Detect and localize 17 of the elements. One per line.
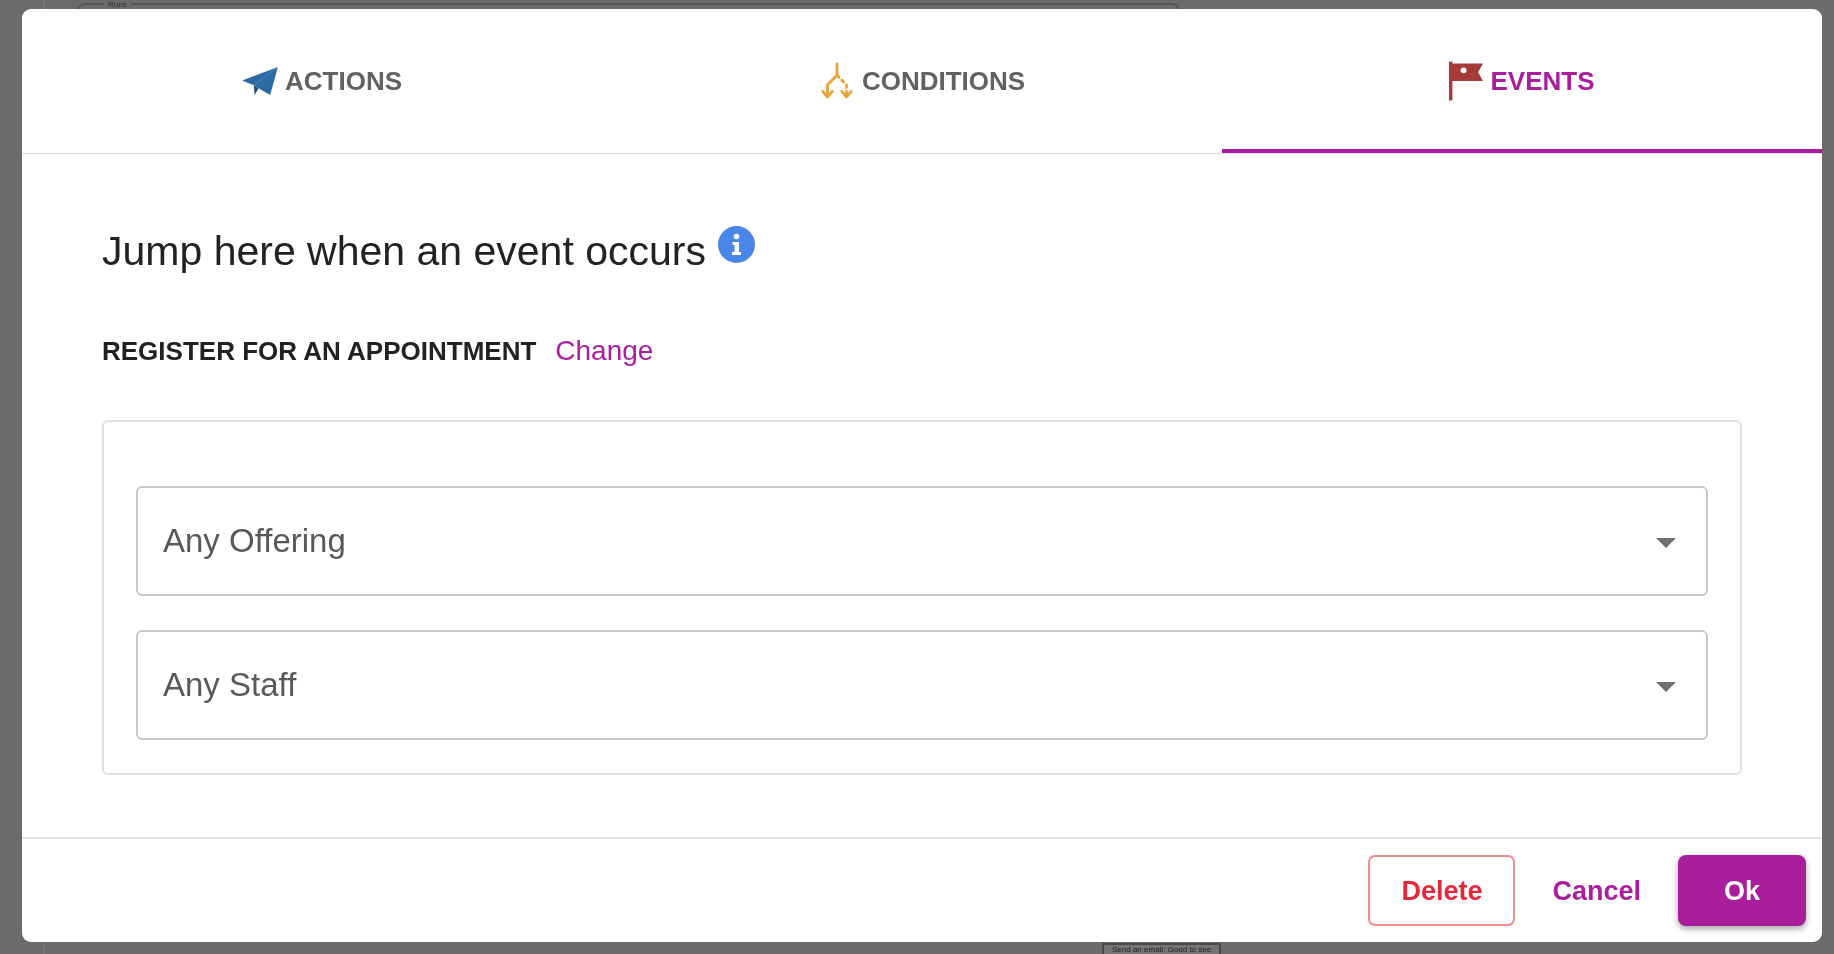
tab[interactable]: ACTIONS bbox=[22, 9, 622, 153]
tab[interactable]: EVENTS bbox=[1222, 9, 1822, 153]
ok-button[interactable]: Ok bbox=[1678, 855, 1806, 926]
dropdown-field[interactable]: Any Staff bbox=[136, 630, 1708, 740]
dialog-heading: Jump here when an event occurs bbox=[102, 227, 706, 276]
cancel-button[interactable]: Cancel bbox=[1534, 855, 1659, 926]
event-name: REGISTER FOR AN APPOINTMENT bbox=[102, 335, 537, 367]
delete-button[interactable]: Delete bbox=[1368, 855, 1516, 926]
branch-arrows-icon bbox=[818, 61, 855, 101]
caret-icon bbox=[1656, 682, 1676, 692]
caret-icon bbox=[1656, 538, 1676, 548]
dropdown-field[interactable]: Any Offering bbox=[136, 486, 1708, 596]
change-link[interactable]: Change bbox=[555, 335, 654, 367]
tab[interactable]: CONDITIONS bbox=[622, 9, 1222, 153]
flag-icon bbox=[1449, 61, 1484, 101]
paper-plane-icon bbox=[242, 66, 278, 96]
info-icon[interactable] bbox=[717, 226, 755, 263]
